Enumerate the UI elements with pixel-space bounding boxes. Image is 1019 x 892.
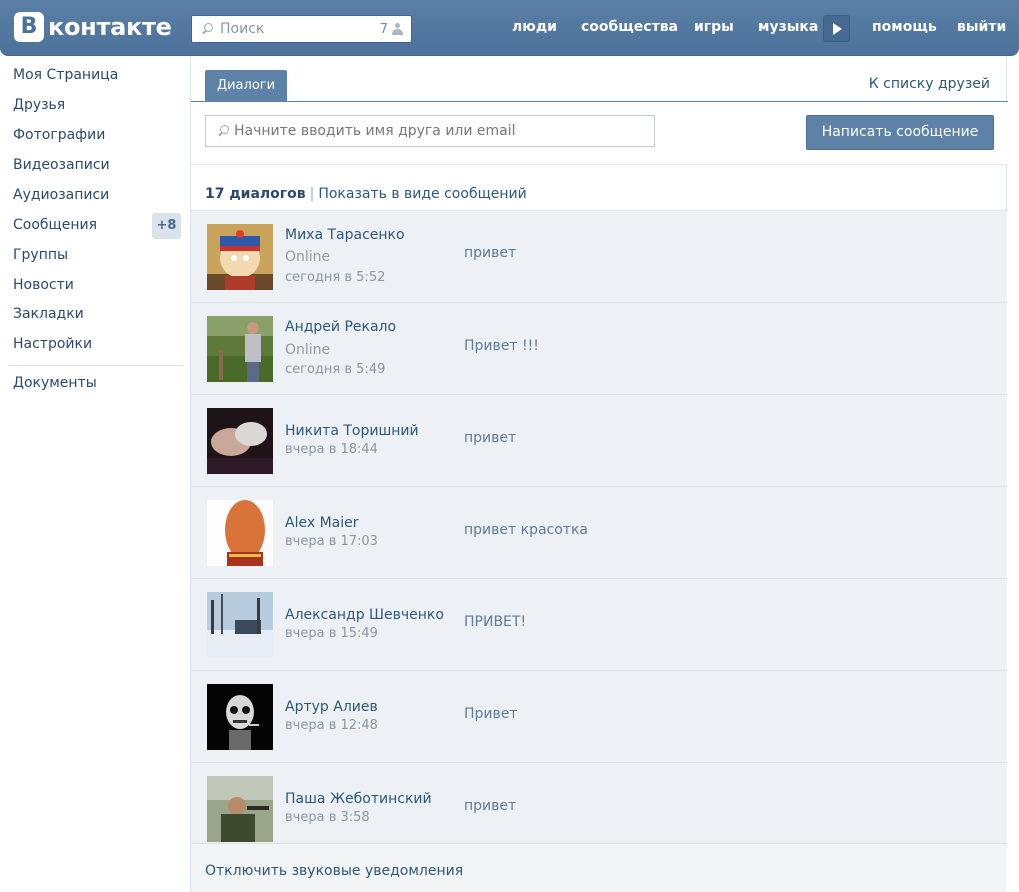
dialog-name[interactable]: Артур Алиев <box>285 699 378 715</box>
friend-search-input[interactable]: Начните вводить имя друга или email <box>205 115 655 147</box>
dialog-message: привет красотка <box>464 522 588 538</box>
dialog-message: ПРИВЕТ! <box>464 614 527 630</box>
vk-logo[interactable]: В контакте <box>14 12 172 42</box>
dialog-name[interactable]: Никита Торишний <box>285 423 419 439</box>
show-as-messages-link[interactable]: Показать в виде сообщений <box>318 186 526 202</box>
search-icon <box>216 124 230 138</box>
sidebar-item-audio[interactable]: Аудиозаписи <box>13 187 109 203</box>
friend-search-placeholder: Начните вводить имя друга или email <box>234 123 516 139</box>
dialog-message: привет <box>464 798 517 814</box>
nav-help[interactable]: помощь <box>872 19 937 35</box>
dialog-time: вчера в 18:44 <box>285 442 378 457</box>
dialog-name[interactable]: Андрей Рекало <box>285 319 396 335</box>
dialog-name[interactable]: Паша Жеботинский <box>285 791 432 807</box>
music-play-icon[interactable] <box>823 15 850 42</box>
dialog-name[interactable]: Alex Maier <box>285 515 359 531</box>
avatar[interactable] <box>207 776 273 842</box>
sidebar-item-news[interactable]: Новости <box>13 277 74 293</box>
dialog-row[interactable]: Александр Шевченко вчера в 15:49 ПРИВЕТ! <box>191 579 1007 671</box>
write-message-button[interactable]: Написать сообщение <box>806 115 994 150</box>
avatar[interactable] <box>207 592 273 658</box>
dialog-row[interactable]: Андрей Рекало Online сегодня в 5:49 Прив… <box>191 303 1007 395</box>
sidebar-item-settings[interactable]: Настройки <box>13 336 92 352</box>
avatar[interactable] <box>207 224 273 290</box>
dialog-online-status: Online <box>285 342 331 358</box>
dialog-name[interactable]: Александр Шевченко <box>285 607 444 623</box>
dialogs-list: Миха Тарасенко Online сегодня в 5:52 при… <box>191 211 1007 843</box>
dialog-row[interactable]: Паша Жеботинский вчера в 3:58 привет <box>191 763 1007 843</box>
dialog-time: сегодня в 5:52 <box>285 270 386 285</box>
dialogs-panel: Диалоги К списку друзей Начните вводить … <box>190 56 1008 892</box>
sidebar-item-messages[interactable]: Сообщения <box>13 217 97 233</box>
dialogs-count: 17 диалогов <box>205 186 306 202</box>
dialog-row[interactable]: Артур Алиев вчера в 12:48 Привет <box>191 671 1007 763</box>
avatar[interactable] <box>207 408 273 474</box>
search-placeholder: Поиск <box>220 21 265 37</box>
nav-games[interactable]: игры <box>694 19 734 35</box>
dialog-online-status: Online <box>285 249 331 265</box>
sidebar-divider <box>8 365 184 366</box>
logo-letter: В <box>14 12 44 42</box>
nav-communities[interactable]: сообщества <box>581 19 678 35</box>
dialog-time: вчера в 15:49 <box>285 626 378 641</box>
sidebar-item-documents[interactable]: Документы <box>13 375 97 391</box>
dialogs-footer: Отключить звуковые уведомления <box>191 843 1007 892</box>
search-input[interactable]: Поиск 7 <box>191 15 412 43</box>
messages-badge: +8 <box>152 213 181 239</box>
search-icon <box>200 22 214 36</box>
dialog-name[interactable]: Миха Тарасенко <box>285 227 405 243</box>
dialog-message: Привет <box>464 706 518 722</box>
online-friends-count: 7 <box>379 21 388 37</box>
tab-dialogs[interactable]: Диалоги <box>205 70 287 101</box>
sidebar-item-photos[interactable]: Фотографии <box>13 127 105 143</box>
dialog-row[interactable]: Никита Торишний вчера в 18:44 привет <box>191 395 1007 487</box>
disable-sound-notifications-link[interactable]: Отключить звуковые уведомления <box>205 863 463 879</box>
user-icon <box>392 23 403 35</box>
dialog-message: Привет !!! <box>464 338 539 354</box>
compose-row: Начните вводить имя друга или email Напи… <box>191 102 1007 165</box>
avatar[interactable] <box>207 500 273 566</box>
logo-text: контакте <box>48 13 172 41</box>
summary-separator: | <box>309 186 315 202</box>
sidebar-item-my-page[interactable]: Моя Страница <box>13 67 118 83</box>
friends-list-link[interactable]: К списку друзей <box>869 76 990 92</box>
sidebar-item-groups[interactable]: Группы <box>13 247 68 263</box>
sidebar-item-bookmarks[interactable]: Закладки <box>13 306 84 322</box>
sidebar-item-friends[interactable]: Друзья <box>13 97 65 113</box>
dialog-time: сегодня в 5:49 <box>285 362 386 377</box>
avatar[interactable] <box>207 684 273 750</box>
nav-people[interactable]: люди <box>512 19 557 35</box>
dialog-time: вчера в 3:58 <box>285 810 370 825</box>
dialog-row[interactable]: Миха Тарасенко Online сегодня в 5:52 при… <box>191 211 1007 303</box>
dialog-time: вчера в 17:03 <box>285 534 378 549</box>
nav-logout[interactable]: выйти <box>957 19 1006 35</box>
dialog-message: привет <box>464 430 517 446</box>
top-header: В контакте Поиск 7 люди сообщества игры … <box>0 0 1019 56</box>
dialog-row[interactable]: Alex Maier вчера в 17:03 привет красотка <box>191 487 1007 579</box>
dialog-message: привет <box>464 245 517 261</box>
dialogs-summary: 17 диалогов | Показать в виде сообщений <box>191 166 1007 211</box>
avatar[interactable] <box>207 316 273 382</box>
sidebar-item-videos[interactable]: Видеозаписи <box>13 157 110 173</box>
nav-music[interactable]: музыка <box>758 19 818 35</box>
dialog-time: вчера в 12:48 <box>285 718 378 733</box>
